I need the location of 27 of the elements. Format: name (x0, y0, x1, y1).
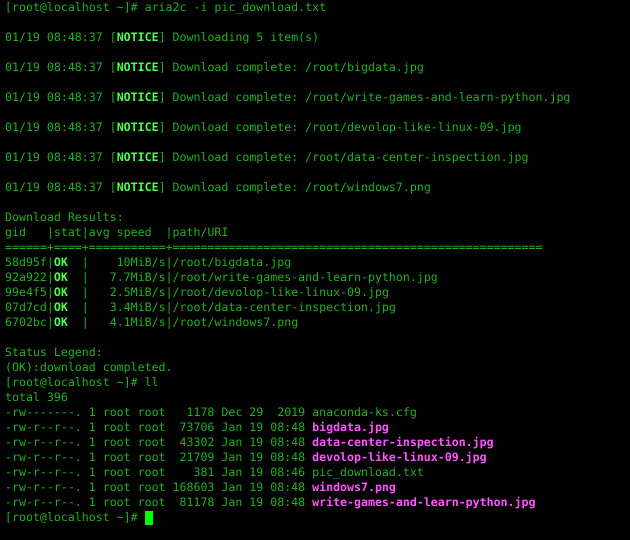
terminal-line: -rw-r--r--. 1 root root 73706 Jan 19 08:48 bigdata.jpg (5, 420, 389, 435)
terminal-line: total 396 (5, 390, 68, 405)
terminal-line: 01/19 08:48:37 [NOTICE] Download complete: /root/write-games-and-learn-python.jpg (5, 90, 570, 105)
terminal-line: [root@localhost ~]# aria2c -i pic_download.txt (5, 0, 326, 15)
terminal-line: -rw-r--r--. 1 root root 381 Jan 19 08:46 pic_download.txt (5, 465, 424, 480)
terminal-line: 01/19 08:48:37 [NOTICE] Download complete: /root/data-center-inspection.jpg (5, 150, 529, 165)
terminal-line: -rw-r--r--. 1 root root 81178 Jan 19 08:48 write-games-and-learn-python.jpg (5, 495, 536, 510)
terminal-line: gid |stat|avg speed |path/URI (5, 225, 228, 240)
terminal-line: 07d7cd|OK | 3.4MiB/s|/root/data-center-inspection.jpg (5, 300, 396, 315)
terminal-line: Download Results: (5, 210, 124, 225)
terminal-line: [root@localhost ~]# (5, 510, 139, 525)
terminal-line: [root@localhost ~]# ll (5, 375, 159, 390)
terminal-line: -rw-------. 1 root root 1178 Dec 29 2019 anaconda-ks.cfg (5, 405, 417, 420)
terminal-line: 01/19 08:48:37 [NOTICE] Downloading 5 item(s) (5, 30, 320, 45)
terminal-line: -rw-r--r--. 1 root root 168603 Jan 19 08:48 windows7.png (5, 480, 396, 495)
terminal-line: Status Legend: (5, 345, 103, 360)
terminal-line: 58d95f|OK | 10MiB/s|/root/bigdata.jpg (5, 255, 292, 270)
terminal-line: 01/19 08:48:37 [NOTICE] Download complete: /root/devolop-like-linux-09.jpg (5, 120, 522, 135)
terminal-line: 99e4f5|OK | 2.5MiB/s|/root/devolop-like-linux-09.jpg (5, 285, 389, 300)
terminal-line: -rw-r--r--. 1 root root 21709 Jan 19 08:48 devolop-like-linux-09.jpg (5, 450, 487, 465)
terminal-line: (OK):download completed. (5, 360, 173, 375)
terminal-line: 92a922|OK | 7.7MiB/s|/root/write-games-and-learn-python.jpg (5, 270, 438, 285)
terminal-line: 01/19 08:48:37 [NOTICE] Download complete: /root/windows7.png (5, 180, 431, 195)
terminal-line: 01/19 08:48:37 [NOTICE] Download complete: /root/bigdata.jpg (5, 60, 424, 75)
terminal-line: -rw-r--r--. 1 root root 43302 Jan 19 08:48 data-center-inspection.jpg (5, 435, 494, 450)
terminal-line: ======+====+===========+===================================================== (5, 240, 542, 255)
terminal-line: 6702bc|OK | 4.1MiB/s|/root/windows7.png (5, 315, 298, 330)
